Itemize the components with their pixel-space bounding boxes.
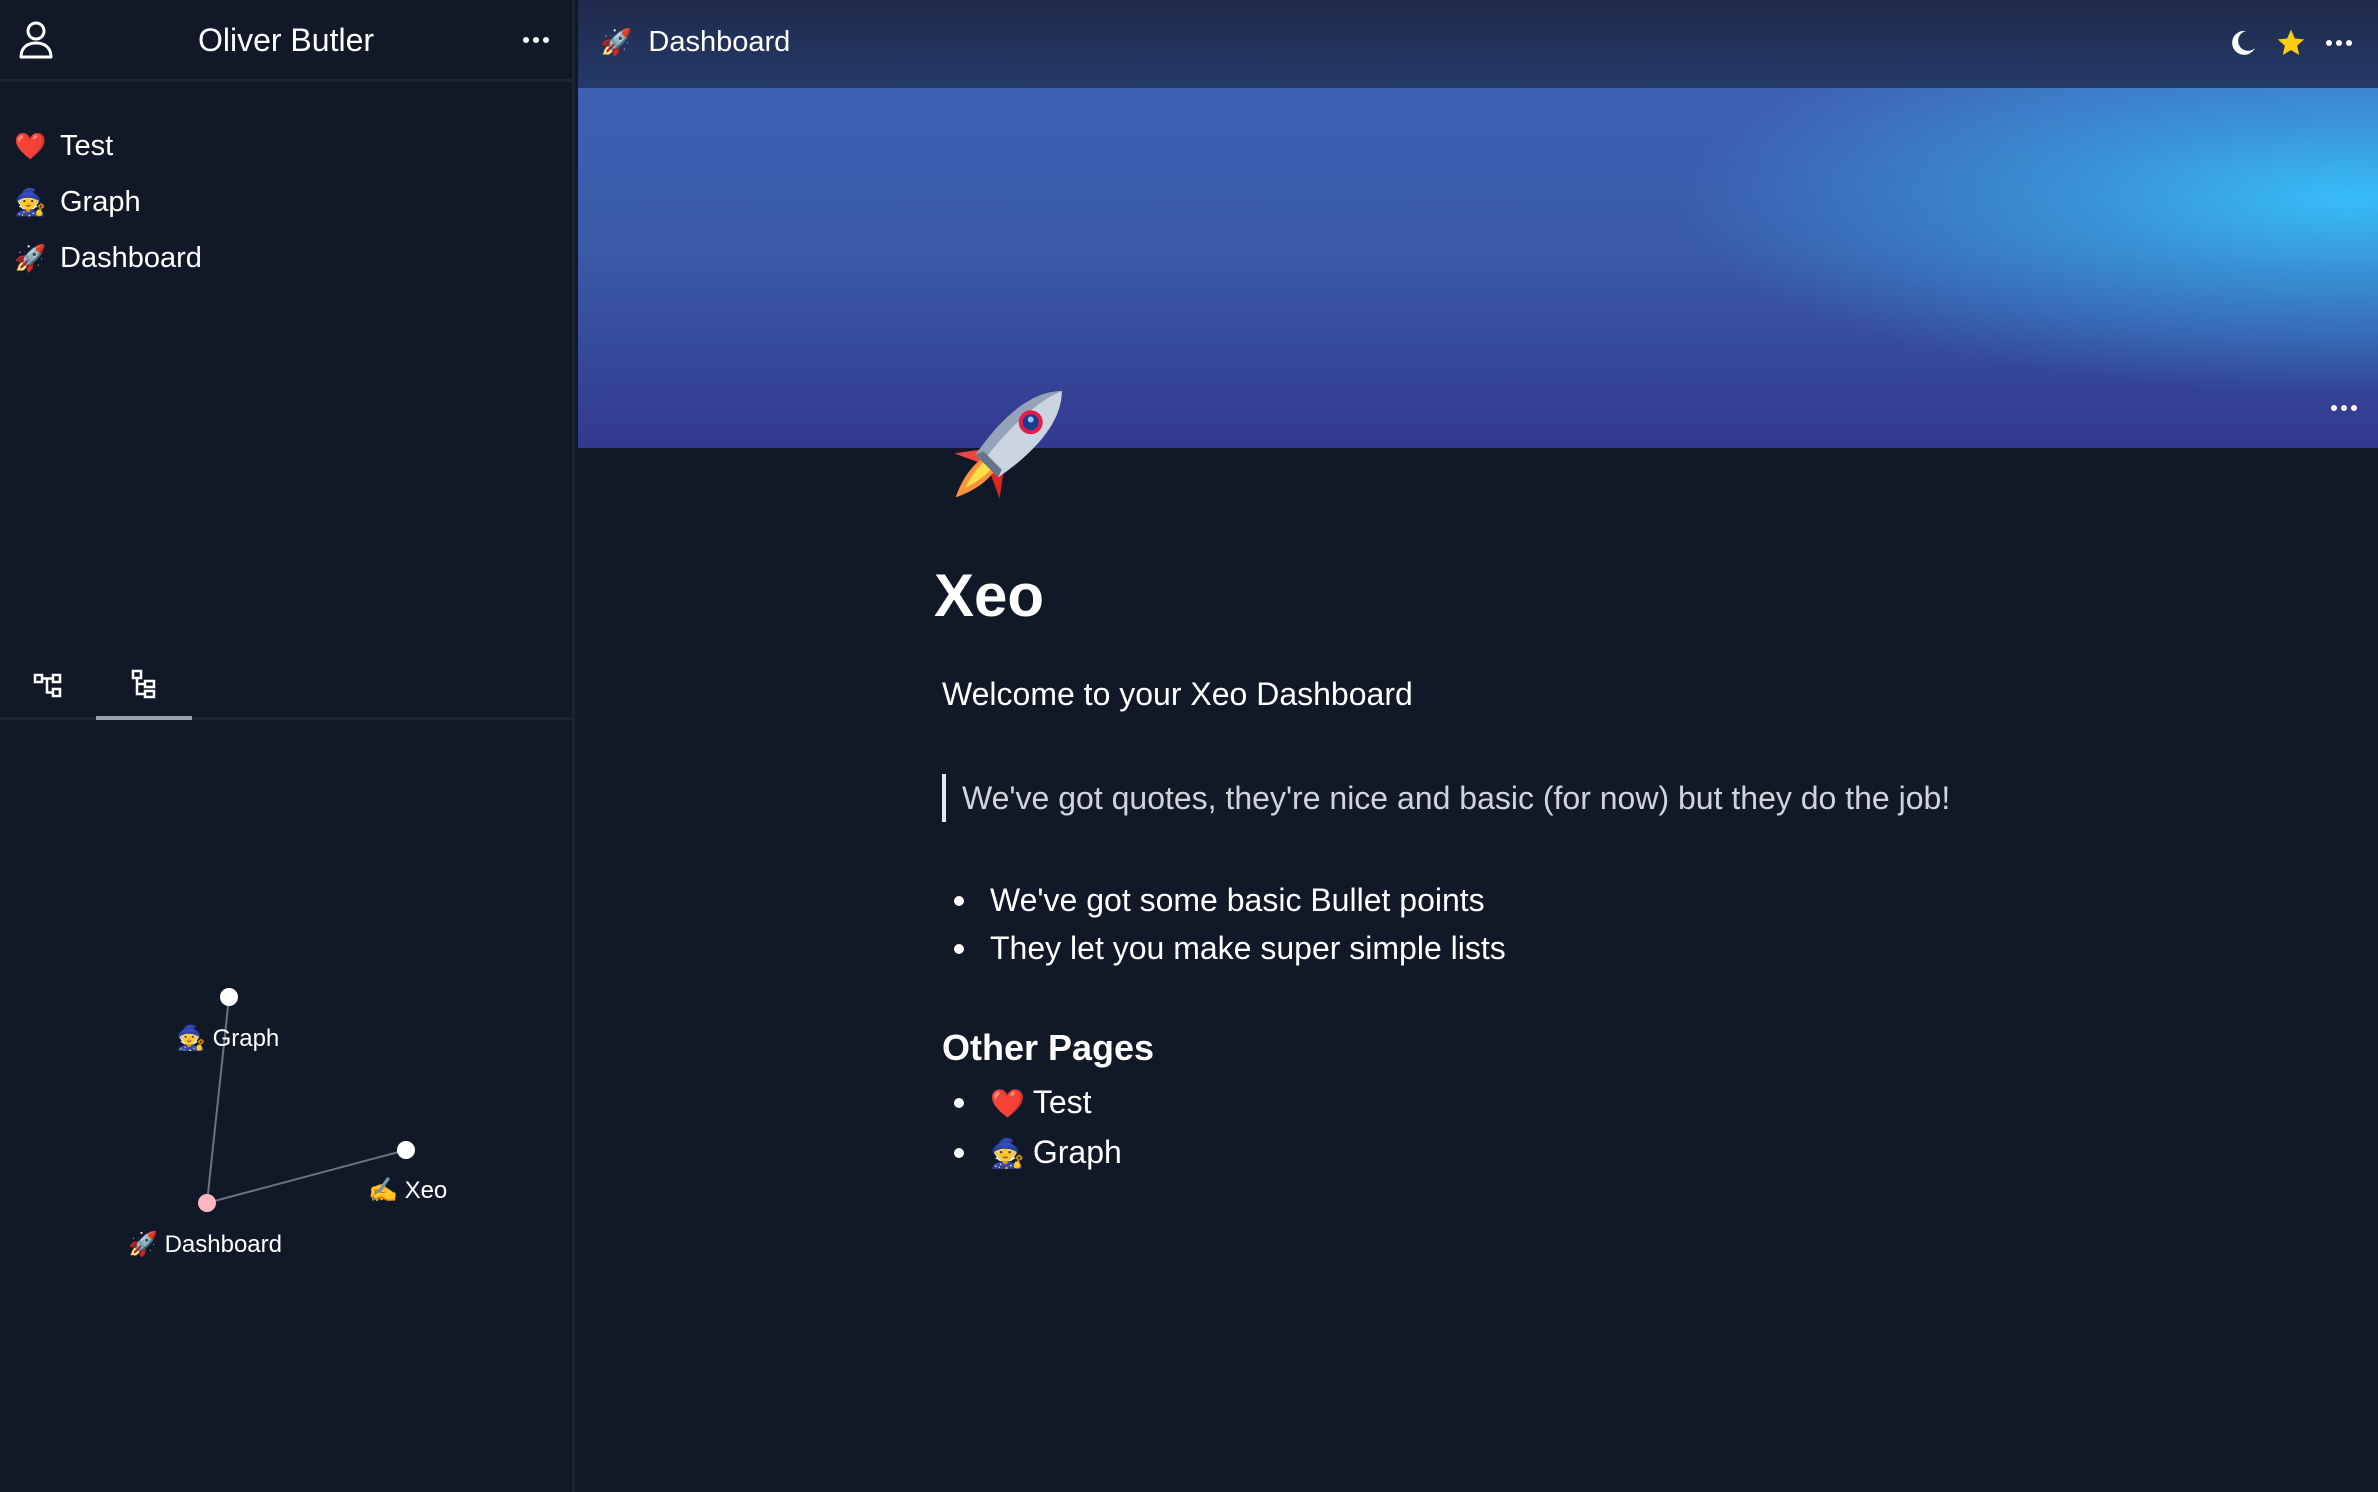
sidebar-more-icon[interactable] <box>518 22 554 58</box>
main-content: 🚀 Dashboard Xeo Welcome to your Xeo Dash… <box>578 0 2378 1492</box>
graph-node-label-graph: 🧙 Graph <box>176 1025 280 1052</box>
breadcrumb-title: Dashboard <box>648 26 791 58</box>
page-link-label: Graph <box>1032 1134 1122 1170</box>
graph-panel[interactable]: 🧙 Graph 🚀 Dashboard ✍️ Xeo <box>0 723 572 1492</box>
list-item: We've got some basic Bullet points <box>942 876 1506 924</box>
wizard-icon: 🧙 <box>990 1138 1025 1169</box>
graph-node-label-xeo: ✍️ Xeo <box>368 1177 448 1204</box>
sidebar-item-graph[interactable]: 🧙 Graph <box>0 174 572 230</box>
page-nav-list: ❤️ Test 🧙 Graph 🚀 Dashboard <box>0 118 572 286</box>
more-icon[interactable] <box>2320 24 2358 62</box>
page-link-test[interactable]: ❤️ Test <box>942 1078 1122 1128</box>
other-pages-heading: Other Pages <box>942 1027 1155 1068</box>
other-pages-list: ❤️ Test 🧙 Graph <box>942 1078 1122 1178</box>
tab-graph-view[interactable] <box>0 656 96 720</box>
graph-canvas[interactable] <box>0 723 572 1492</box>
sidebar-item-label: Graph <box>60 186 141 218</box>
sidebar-item-test[interactable]: ❤️ Test <box>0 118 572 174</box>
sidebar: Oliver Butler ❤️ Test 🧙 Graph 🚀 Dashboar… <box>0 0 575 1492</box>
cover-more-icon[interactable] <box>2324 388 2364 428</box>
cover-banner <box>578 88 2378 448</box>
rocket-icon: 🚀 <box>600 27 633 57</box>
rocket-icon: 🚀 <box>14 243 47 273</box>
graph-node-graph[interactable] <box>220 988 238 1006</box>
top-actions <box>2224 24 2358 62</box>
graph-node-label-dashboard: 🚀 Dashboard <box>128 1231 282 1258</box>
welcome-paragraph: Welcome to your Xeo Dashboard <box>942 676 1413 712</box>
tree-view-icon <box>131 669 157 704</box>
sidebar-item-label: Dashboard <box>60 242 202 274</box>
sidebar-item-dashboard[interactable]: 🚀 Dashboard <box>0 230 572 286</box>
star-icon[interactable] <box>2272 24 2310 62</box>
heart-icon: ❤️ <box>990 1088 1025 1119</box>
sidebar-header: Oliver Butler <box>0 0 572 82</box>
breadcrumb[interactable]: 🚀 Dashboard <box>600 22 790 62</box>
tab-tree-view[interactable] <box>96 656 192 720</box>
quote-block: We've got quotes, they're nice and basic… <box>942 774 1950 822</box>
top-bar: 🚀 Dashboard <box>578 0 2378 88</box>
moon-icon[interactable] <box>2224 24 2262 62</box>
list-item: They let you make super simple lists <box>942 924 1506 972</box>
user-name: Oliver Butler <box>197 22 375 58</box>
graph-node-xeo[interactable] <box>397 1141 415 1159</box>
page-title[interactable]: Xeo <box>934 560 1044 632</box>
graph-view-icon <box>33 672 63 705</box>
bullet-list: We've got some basic Bullet points They … <box>942 876 1506 972</box>
app-window: Oliver Butler ❤️ Test 🧙 Graph 🚀 Dashboar… <box>0 0 2378 1492</box>
view-tabs <box>0 656 572 720</box>
page-link-graph[interactable]: 🧙 Graph <box>942 1128 1122 1178</box>
page-rocket-icon[interactable] <box>938 360 1098 510</box>
heart-icon: ❤️ <box>14 131 47 161</box>
sidebar-item-label: Test <box>60 130 114 162</box>
graph-node-dashboard[interactable] <box>198 1194 216 1212</box>
page-link-label: Test <box>1032 1084 1092 1120</box>
wizard-icon: 🧙 <box>14 187 47 217</box>
